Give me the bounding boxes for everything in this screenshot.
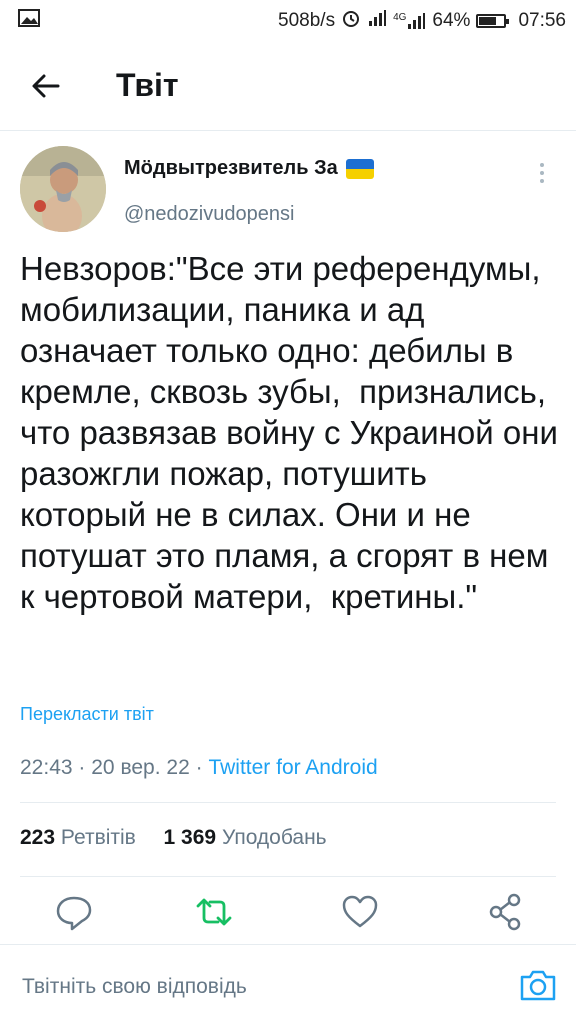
reply-input[interactable]: Твітніть свою відповідь [22, 975, 247, 999]
tweet-stats: 223 Ретвітів 1 369 Уподобань [20, 826, 327, 850]
arrow-left-icon[interactable] [28, 68, 64, 104]
camera-icon[interactable] [518, 967, 558, 1003]
retweets-label: Ретвітів [60, 826, 136, 849]
tweet-actions [0, 890, 576, 940]
alarm-icon [341, 8, 361, 34]
network-speed: 508b/s [278, 10, 336, 31]
avatar[interactable] [20, 146, 106, 232]
like-icon[interactable] [338, 890, 382, 934]
network-type: 4G [393, 12, 407, 23]
translate-link[interactable]: Перекласти твіт [20, 704, 154, 725]
image-icon [18, 9, 40, 33]
share-icon[interactable] [484, 890, 528, 934]
top-bar: Твіт [0, 40, 576, 131]
author-name-row[interactable]: Мӧдвытрезвитель За [124, 157, 374, 180]
clock: 07:56 [518, 10, 566, 31]
reply-icon[interactable] [52, 890, 96, 934]
divider [20, 802, 556, 803]
divider [20, 876, 556, 877]
page-title: Твіт [116, 67, 179, 103]
tweet-source-link[interactable]: Twitter for Android [208, 756, 377, 779]
battery-fill [479, 17, 497, 25]
status-bar: 508b/s 4G 64% 07:56 [0, 0, 576, 40]
author-name[interactable]: Мӧдвытрезвитель За [124, 157, 338, 180]
author-handle[interactable]: @nedozivudopensi [124, 203, 294, 226]
tweet-date: 20 вер. 22 [91, 756, 190, 779]
meta-separator: · [195, 756, 203, 779]
reply-composer: Твітніть свою відповідь [0, 944, 576, 1025]
more-options-icon[interactable] [532, 160, 552, 190]
tweet-meta: 22:43 · 20 вер. 22 · Twitter for Android [20, 756, 378, 780]
retweets-stat[interactable]: 223 Ретвітів [20, 826, 136, 849]
tweet-text: Невзоров:"Все эти референдумы, мобилизац… [20, 250, 568, 615]
signal-icon [367, 9, 387, 33]
likes-count: 1 369 [163, 826, 217, 849]
retweet-icon[interactable] [192, 890, 236, 934]
retweets-count: 223 [20, 826, 56, 849]
battery-percent: 64% [432, 10, 471, 31]
battery-icon [476, 14, 510, 28]
likes-label: Уподобань [221, 826, 327, 849]
meta-separator: · [78, 756, 86, 779]
signal-4g-icon: 4G [393, 12, 426, 30]
ukraine-flag-icon [345, 158, 374, 179]
likes-stat[interactable]: 1 369 Уподобань [164, 826, 327, 849]
tweet-time: 22:43 [20, 756, 73, 779]
